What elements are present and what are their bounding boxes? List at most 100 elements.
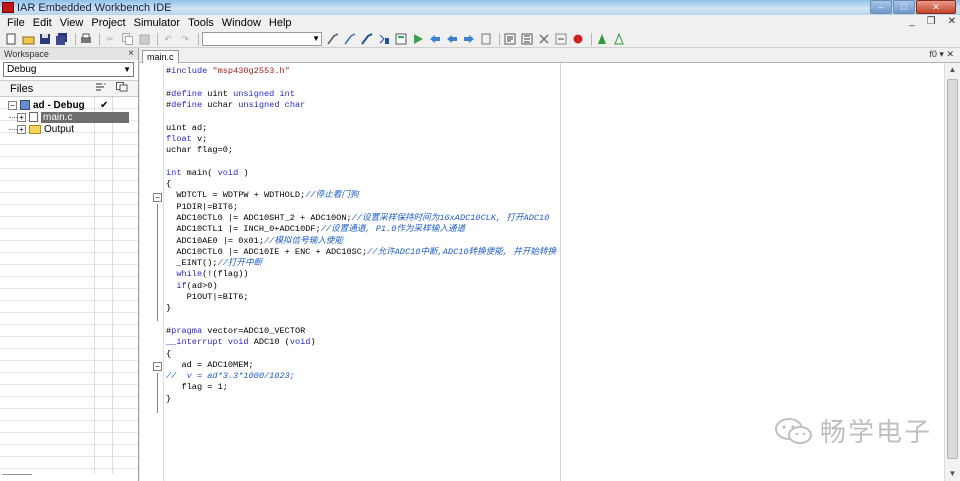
chevron-down-icon[interactable]: ▼ xyxy=(312,33,320,45)
find-icon[interactable] xyxy=(326,33,340,46)
code-area[interactable]: #include "msp430g2553.h" #define uint un… xyxy=(166,66,556,404)
toolbar-separator xyxy=(591,32,592,46)
toolbar-separator xyxy=(99,32,100,46)
save-all-icon[interactable] xyxy=(55,33,69,46)
expand-icon[interactable]: + xyxy=(17,112,26,122)
toggle-breakpoint-icon[interactable] xyxy=(554,33,568,46)
code-line: while(!(flag)) xyxy=(176,269,249,280)
expand-icon[interactable]: + xyxy=(17,124,26,134)
toolbar-separator xyxy=(75,32,76,46)
tree-connector xyxy=(9,128,17,130)
close-button[interactable]: ✕ xyxy=(916,0,956,14)
code-line: ADC10CTL0 |= ADC10SHT_2 + ADC10ON;//设置采样… xyxy=(166,212,550,223)
redo-icon[interactable]: ↷ xyxy=(178,33,192,46)
tree-item-output[interactable]: + Output xyxy=(0,123,137,135)
chevron-down-icon[interactable]: ▼ xyxy=(123,63,131,76)
mdi-restore-button[interactable]: ❐ xyxy=(927,16,936,27)
paste-icon[interactable] xyxy=(137,33,151,46)
find-combo[interactable]: ▼ xyxy=(202,32,322,46)
make-icon[interactable] xyxy=(520,33,534,46)
tree-item-main-c[interactable]: + main.c xyxy=(0,111,137,123)
menu-simulator[interactable]: Simulator xyxy=(131,17,185,29)
navigate-forward-icon[interactable] xyxy=(462,33,476,46)
close-icon[interactable]: × xyxy=(128,48,134,60)
download-debug-icon[interactable] xyxy=(595,33,609,46)
menu-project[interactable]: Project xyxy=(88,17,130,29)
function-navigator[interactable]: f0 ▾ ✕ xyxy=(929,49,954,60)
workspace-pane: Workspace × Debug ▼ Files − ad - Debug ✔… xyxy=(0,48,139,481)
editor-tab-bar: main.c f0 ▾ ✕ xyxy=(140,48,960,63)
collapse-icon[interactable]: − xyxy=(8,100,17,110)
build-options-icon[interactable] xyxy=(95,82,107,94)
scroll-up-icon[interactable]: ▲ xyxy=(945,63,960,77)
code-line: P1DIR|=BIT6; xyxy=(166,201,239,212)
menu-view[interactable]: View xyxy=(57,17,89,29)
project-icon xyxy=(20,100,30,110)
navigate-back-icon[interactable] xyxy=(479,33,493,46)
bookmark-prev-icon[interactable] xyxy=(428,33,442,46)
code-line: ADC10AE0 |= 0x01;//模拟信号输入使能 xyxy=(166,235,344,246)
toolbar-separator xyxy=(499,32,500,46)
undo-icon[interactable]: ↶ xyxy=(161,33,175,46)
replace-icon[interactable] xyxy=(360,33,374,46)
tree-item-project[interactable]: − ad - Debug ✔ xyxy=(8,99,137,111)
menu-help[interactable]: Help xyxy=(266,17,297,29)
menu-file[interactable]: File xyxy=(4,17,30,29)
menu-window[interactable]: Window xyxy=(219,17,266,29)
fold-line xyxy=(157,373,158,413)
find-next-icon[interactable] xyxy=(343,33,357,46)
goto-icon[interactable] xyxy=(377,33,391,46)
fold-toggle-icon[interactable]: − xyxy=(153,193,162,202)
minimize-button[interactable]: – xyxy=(870,0,892,14)
code-line: ADC10CTL0 |= ADC10IE + ENC + ADC10SC;//允… xyxy=(166,246,557,257)
code-line: flag = 1; xyxy=(166,382,228,393)
cut-icon[interactable]: ✂ xyxy=(103,33,117,46)
open-icon[interactable] xyxy=(21,33,35,46)
right-margin-guide xyxy=(560,63,561,481)
scroll-down-icon[interactable]: ▼ xyxy=(945,467,960,481)
bookmark-icon[interactable] xyxy=(394,33,408,46)
menu-edit[interactable]: Edit xyxy=(30,17,57,29)
stop-build-icon[interactable] xyxy=(537,33,551,46)
files-column-label: Files xyxy=(10,83,34,95)
tree-item-label: Output xyxy=(44,123,75,135)
workspace-columns-header: Files xyxy=(0,80,138,97)
bookmark-clear-icon[interactable] xyxy=(445,33,459,46)
code-line: #pragma vector=ADC10_VECTOR xyxy=(166,325,306,336)
code-line: _EINT();//打开中断 xyxy=(166,258,263,269)
code-line: ADC10CTL1 |= INCH_0+ADC10DF;//设置通道, P1.0… xyxy=(166,224,466,235)
bookmark-next-icon[interactable] xyxy=(411,33,425,46)
new-icon[interactable] xyxy=(4,33,18,46)
maximize-button[interactable]: □ xyxy=(893,0,915,14)
code-line: #define uint unsigned int xyxy=(166,88,295,99)
vertical-scrollbar[interactable]: ▲ ▼ xyxy=(944,63,960,481)
menu-tools[interactable]: Tools xyxy=(185,17,219,29)
code-line: } xyxy=(166,393,172,404)
code-line: uchar flag=0; xyxy=(166,145,234,156)
app-icon xyxy=(2,2,14,13)
breakpoint-icon[interactable] xyxy=(571,33,585,46)
window-controls: – □ ✕ xyxy=(870,0,956,15)
mdi-minimize-button[interactable]: _ xyxy=(909,16,915,27)
scroll-thumb[interactable] xyxy=(947,79,958,459)
checkmark-icon: ✔ xyxy=(100,99,109,111)
print-icon[interactable] xyxy=(79,33,93,46)
fold-line xyxy=(157,204,158,321)
workspace-title: Workspace xyxy=(4,49,49,59)
save-icon[interactable] xyxy=(38,33,52,46)
code-line: float v; xyxy=(166,133,208,144)
compile-status-icon[interactable] xyxy=(116,82,128,94)
debug-without-download-icon[interactable] xyxy=(612,33,626,46)
workspace-header: Workspace × xyxy=(0,48,138,60)
mdi-controls: _ ❐ ✕ xyxy=(909,16,956,27)
compile-icon[interactable] xyxy=(503,33,517,46)
configuration-select[interactable]: Debug ▼ xyxy=(3,62,134,77)
fold-toggle-icon[interactable]: − xyxy=(153,362,162,371)
window-title: IAR Embedded Workbench IDE xyxy=(17,1,172,14)
code-line: __interrupt void ADC10 (void) xyxy=(166,337,316,348)
code-line: } xyxy=(166,303,172,314)
watermark: 畅学电子 xyxy=(774,412,932,449)
copy-icon[interactable] xyxy=(120,33,134,46)
tab-main-c[interactable]: main.c xyxy=(142,50,179,63)
mdi-close-button[interactable]: ✕ xyxy=(948,16,956,27)
